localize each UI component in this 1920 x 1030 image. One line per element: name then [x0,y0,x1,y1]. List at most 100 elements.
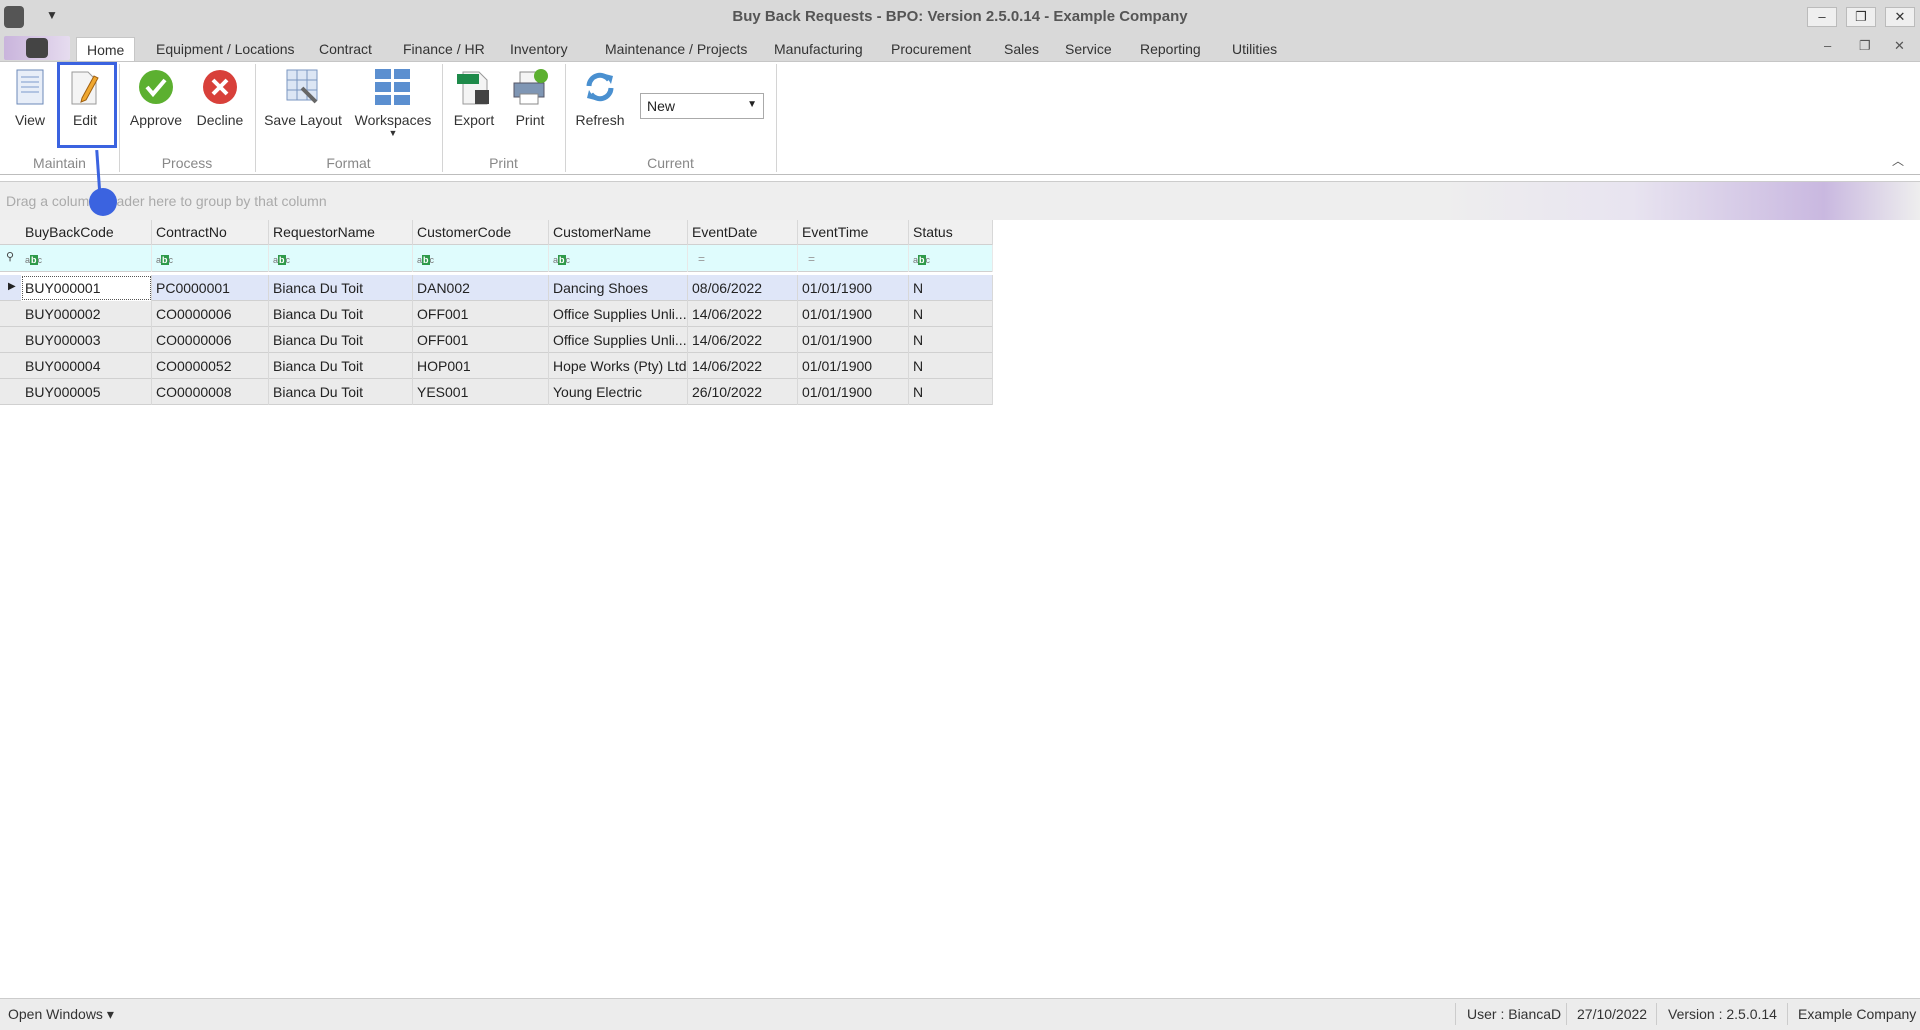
filter-cell[interactable]: abc [21,245,152,272]
column-header[interactable]: BuyBackCode [21,220,152,245]
cell-requestorname[interactable]: Bianca Du Toit [269,301,413,327]
filter-cell[interactable]: abc [909,245,993,272]
cell-requestorname[interactable]: Bianca Du Toit [269,327,413,353]
cell-contractno[interactable]: CO0000008 [152,379,269,405]
filter-cell[interactable]: abc [549,245,688,272]
cell-eventtime[interactable]: 01/01/1900 [798,353,909,379]
cell-customercode[interactable]: DAN002 [413,275,549,301]
cell-eventtime[interactable]: 01/01/1900 [798,275,909,301]
cell-contractno[interactable]: CO0000006 [152,301,269,327]
column-header[interactable]: RequestorName [269,220,413,245]
decline-button[interactable]: Decline [192,68,248,134]
cell-requestorname[interactable]: Bianca Du Toit [269,275,413,301]
status-divider [1656,1003,1657,1025]
cell-buybackcode[interactable]: BUY000001 [21,275,152,301]
current-status-select[interactable]: New ▼ [640,93,764,119]
cell-eventtime[interactable]: 01/01/1900 [798,327,909,353]
filter-cell[interactable]: abc [413,245,549,272]
column-header[interactable]: ContractNo [152,220,269,245]
cell-contractno[interactable]: CO0000052 [152,353,269,379]
cell-eventdate[interactable]: 26/10/2022 [688,379,798,405]
cell-customername[interactable]: Young Electric [549,379,688,405]
cell-requestorname[interactable]: Bianca Du Toit [269,353,413,379]
cell-contractno[interactable]: PC0000001 [152,275,269,301]
tab-manufacturing[interactable]: Manufacturing [764,37,873,61]
tab-sales[interactable]: Sales [994,37,1049,61]
cell-requestorname[interactable]: Bianca Du Toit [269,379,413,405]
printer-icon [511,68,549,106]
cell-customername[interactable]: Hope Works (Pty) Ltd [549,353,688,379]
save-layout-button[interactable]: Save Layout [262,68,344,134]
cell-status[interactable]: N [909,353,993,379]
cell-buybackcode[interactable]: BUY000002 [21,301,152,327]
column-header[interactable]: CustomerCode [413,220,549,245]
mdi-restore-icon[interactable]: ❐ [1859,38,1871,54]
column-header[interactable]: CustomerName [549,220,688,245]
equals-filter-icon: = [698,252,706,266]
tab-contract[interactable]: Contract [309,37,382,61]
cell-eventdate[interactable]: 14/06/2022 [688,327,798,353]
restore-button[interactable]: ❐ [1846,7,1876,27]
cell-eventdate[interactable]: 14/06/2022 [688,301,798,327]
tab-utilities[interactable]: Utilities [1222,37,1287,61]
cell-eventdate[interactable]: 08/06/2022 [688,275,798,301]
cell-customercode[interactable]: OFF001 [413,301,549,327]
filter-cell[interactable]: abc [152,245,269,272]
application-menu-button[interactable] [4,36,70,60]
filter-cell[interactable]: = [798,245,909,272]
open-windows-button[interactable]: Open Windows ▾ [8,1006,114,1023]
cell-customername[interactable]: Office Supplies Unli... [549,327,688,353]
mdi-minimize-icon[interactable]: – [1824,38,1831,53]
cell-customername[interactable]: Dancing Shoes [549,275,688,301]
grid-header-row[interactable]: BuyBackCode ContractNo RequestorName Custom… [0,220,993,245]
cell-status[interactable]: N [909,327,993,353]
cell-customercode[interactable]: HOP001 [413,353,549,379]
cell-eventtime[interactable]: 01/01/1900 [798,301,909,327]
filter-cell[interactable]: = [688,245,798,272]
cell-customername[interactable]: Office Supplies Unli... [549,301,688,327]
workspaces-button[interactable]: Workspaces ▼ [352,68,434,138]
table-row[interactable]: BUY000004 CO0000052 Bianca Du Toit HOP001 Ho… [0,353,993,379]
cell-buybackcode[interactable]: BUY000003 [21,327,152,353]
text-filter-icon: abc [25,255,43,265]
export-label: Export [453,112,495,128]
table-row[interactable]: BUY000003 CO0000006 Bianca Du Toit OFF001 Of… [0,327,993,353]
tab-maintenance-projects[interactable]: Maintenance / Projects [595,37,757,61]
cell-eventdate[interactable]: 14/06/2022 [688,353,798,379]
column-header[interactable]: EventDate [688,220,798,245]
export-button[interactable]: Export [448,68,500,134]
app-logo-icon [26,38,48,58]
mdi-close-icon[interactable]: ✕ [1894,38,1905,54]
tab-procurement[interactable]: Procurement [881,37,981,61]
minimize-button[interactable]: – [1807,7,1837,27]
cell-status[interactable]: N [909,379,993,405]
cell-buybackcode[interactable]: BUY000005 [21,379,152,405]
cell-status[interactable]: N [909,301,993,327]
table-row[interactable]: ▶ BUY000001 PC0000001 Bianca Du Toit DAN002 D… [0,275,993,301]
cell-status[interactable]: N [909,275,993,301]
tab-equipment-locations[interactable]: Equipment / Locations [146,37,305,61]
view-button[interactable]: View [8,68,52,134]
approve-button[interactable]: Approve [128,68,184,134]
column-header[interactable]: Status [909,220,993,245]
column-header[interactable]: EventTime [798,220,909,245]
print-button[interactable]: Print [506,68,554,134]
filter-cell[interactable]: abc [269,245,413,272]
cell-buybackcode[interactable]: BUY000004 [21,353,152,379]
close-button[interactable]: ✕ [1885,7,1915,27]
cell-eventtime[interactable]: 01/01/1900 [798,379,909,405]
filter-row[interactable]: ⚲ abc abc abc abc abc = = abc [0,245,993,272]
collapse-ribbon-icon[interactable]: ︿ [1892,152,1904,169]
table-row[interactable]: BUY000002 CO0000006 Bianca Du Toit OFF001 Of… [0,301,993,327]
tab-inventory[interactable]: Inventory [500,37,578,61]
tab-finance-hr[interactable]: Finance / HR [393,37,495,61]
table-row[interactable]: BUY000005 CO0000008 Bianca Du Toit YES001 Yo… [0,379,993,405]
refresh-button[interactable]: Refresh [570,68,630,134]
tab-home[interactable]: Home [76,37,136,61]
cell-contractno[interactable]: CO0000006 [152,327,269,353]
cell-customercode[interactable]: OFF001 [413,327,549,353]
tab-service[interactable]: Service [1055,37,1122,61]
cell-customercode[interactable]: YES001 [413,379,549,405]
tab-reporting[interactable]: Reporting [1130,37,1211,61]
status-divider [1566,1003,1567,1025]
